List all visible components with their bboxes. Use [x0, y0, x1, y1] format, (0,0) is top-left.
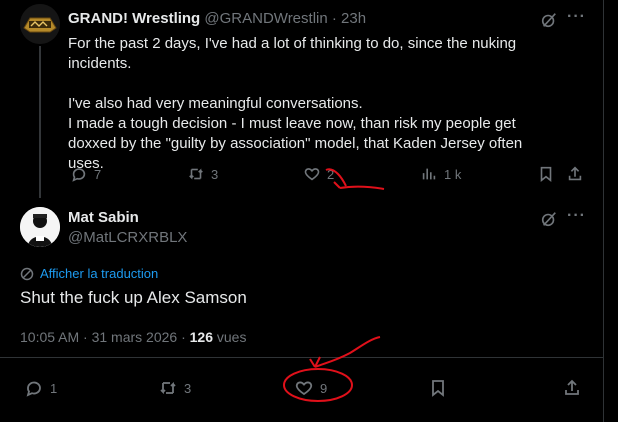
grok-slash-icon[interactable] [540, 11, 558, 34]
post2-meta: 10:05 AM · 31 mars 2026 · 126 vues [20, 329, 246, 345]
post2-share-button[interactable] [562, 378, 582, 398]
post1-like-count: 2 [327, 166, 335, 182]
post2-views-count: 126 [189, 329, 213, 345]
post2-repost-button[interactable]: 3 [158, 378, 191, 398]
thread-line [39, 46, 41, 198]
translate-label: Afficher la traduction [40, 266, 159, 281]
divider [0, 357, 603, 358]
post2-views-label: vues [213, 329, 247, 345]
avatar-mat-sabin[interactable] [20, 207, 60, 247]
more-icon[interactable]: ··· [567, 8, 586, 26]
post1-author-handle[interactable]: @GRANDWrestlin [204, 10, 327, 27]
post1-header: GRAND! Wrestling @GRANDWrestlin · 23h [68, 10, 366, 27]
post1-reply-button[interactable]: 7 [70, 165, 101, 183]
post1-views-button[interactable]: 1 k [420, 165, 461, 183]
avatar-grand-wrestling[interactable] [20, 4, 60, 44]
grok-slash-icon-2[interactable] [540, 210, 558, 233]
post2-author-handle[interactable]: @MatLCRXRBLX [68, 229, 187, 246]
translate-link[interactable]: Afficher la traduction [20, 266, 158, 281]
post1-views-count: 1 k [444, 166, 462, 182]
bookmark-icon [432, 380, 444, 397]
post2-reply-button[interactable]: 1 [24, 378, 57, 398]
translate-icon [20, 267, 34, 280]
post1-paragraph-2: I've also had very meaningful conversati… [68, 95, 523, 172]
heart-icon [304, 168, 320, 181]
post2-reply-count: 1 [50, 380, 58, 396]
post2-repost-count: 3 [184, 380, 192, 396]
reply-icon [72, 168, 86, 182]
repost-icon [189, 168, 203, 180]
post2-like-button[interactable]: 9 [294, 378, 327, 398]
post1-repost-count: 3 [211, 166, 219, 182]
timeline-border [603, 0, 604, 422]
post1-bookmark-button[interactable] [537, 165, 555, 183]
heart-icon [295, 381, 313, 396]
post2-bookmark-button[interactable] [428, 378, 448, 398]
post1-like-button[interactable]: 2 [303, 165, 334, 183]
more-icon-2[interactable]: ··· [567, 207, 586, 225]
post1-repost-button[interactable]: 3 [187, 165, 218, 183]
share-icon [568, 166, 582, 181]
post1-reply-count: 7 [94, 166, 102, 182]
bookmark-icon [540, 166, 552, 182]
post1-author-name[interactable]: GRAND! Wrestling [68, 10, 200, 27]
post1-time[interactable]: 23h [341, 10, 366, 27]
repost-icon [160, 381, 176, 395]
annotation-circle-arrow-2 [283, 336, 381, 402]
share-icon [565, 379, 579, 395]
reply-icon [26, 381, 41, 397]
post1-dot: · [331, 10, 337, 27]
analytics-icon [422, 168, 436, 180]
post1-body: For the past 2 days, I've had a lot of t… [68, 34, 538, 174]
post2-author-name[interactable]: Mat Sabin [68, 209, 139, 226]
post1-paragraph-1: For the past 2 days, I've had a lot of t… [68, 35, 517, 72]
post2-body: Shut the fuck up Alex Samson [20, 288, 247, 307]
post1-share-button[interactable] [566, 165, 584, 183]
post2-like-count: 9 [320, 380, 328, 396]
post2-timestamp[interactable]: 10:05 AM · 31 mars 2026 · [20, 329, 190, 345]
